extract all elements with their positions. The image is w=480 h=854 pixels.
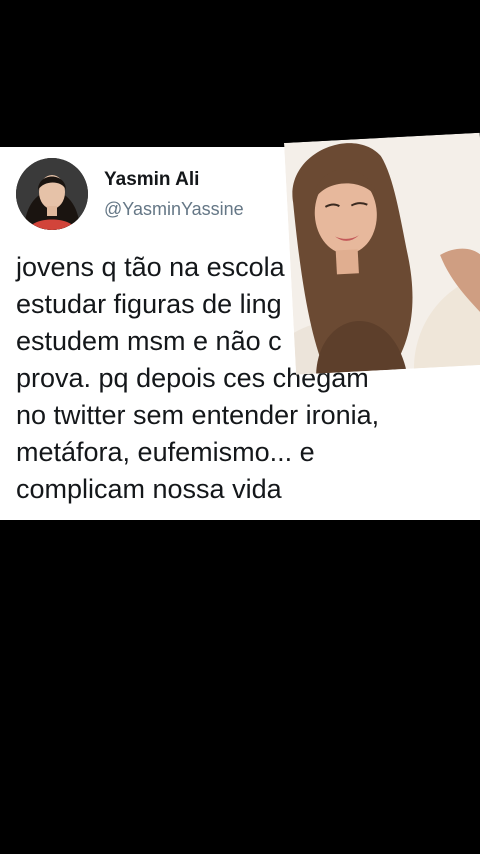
tweet-text-line: no twitter sem entender ironia, <box>16 400 380 430</box>
avatar[interactable] <box>16 158 88 230</box>
overlay-photo <box>284 132 480 375</box>
display-name[interactable]: Yasmin Ali <box>104 169 199 191</box>
tweet-text-line: complicam nossa vida <box>16 474 282 504</box>
user-handle[interactable]: @YasminYassine <box>104 199 244 220</box>
tweet-text-line: metáfora, eufemismo... e <box>16 437 315 467</box>
